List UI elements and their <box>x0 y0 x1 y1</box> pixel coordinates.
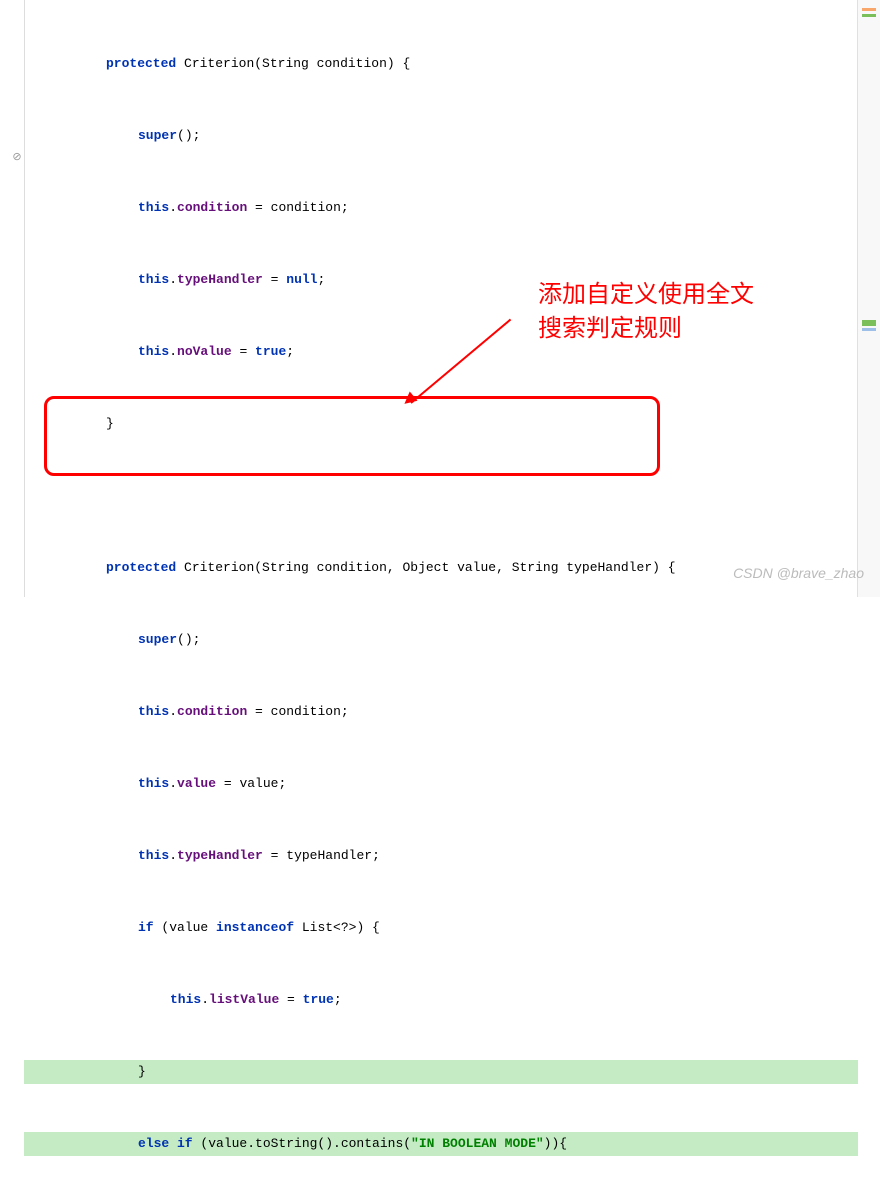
code-line: } <box>24 412 858 436</box>
code-line: this.value = value; <box>24 772 858 796</box>
minimap[interactable] <box>857 0 880 597</box>
code-line: this.condition = condition; <box>24 700 858 724</box>
code-line: this.listValue = true; <box>24 988 858 1012</box>
gutter-circle: ⊘ <box>12 146 22 170</box>
code-area: protected Criterion(String condition) { … <box>24 0 858 1194</box>
annotation-text: 添加自定义使用全文 搜索判定规则 <box>538 278 754 346</box>
minimap-mark <box>862 14 876 17</box>
minimap-mark <box>862 320 876 326</box>
watermark: CSDN @brave_zhao <box>733 561 864 585</box>
code-line-highlight-add: else if (value.toString().contains("IN B… <box>24 1132 858 1156</box>
keyword-protected: protected <box>106 56 176 71</box>
code-line: this.condition = condition; <box>24 196 858 220</box>
minimap-mark <box>862 8 876 11</box>
code-line <box>24 484 858 508</box>
code-line: super(); <box>24 124 858 148</box>
code-line: this.typeHandler = typeHandler; <box>24 844 858 868</box>
code-line: super(); <box>24 628 858 652</box>
code-line: protected Criterion(String condition) { <box>24 52 858 76</box>
minimap-mark <box>862 328 876 331</box>
code-line-highlight-add: } <box>24 1060 858 1084</box>
code-line: if (value instanceof List<?>) { <box>24 916 858 940</box>
gutter: ⊘ <box>0 0 25 597</box>
